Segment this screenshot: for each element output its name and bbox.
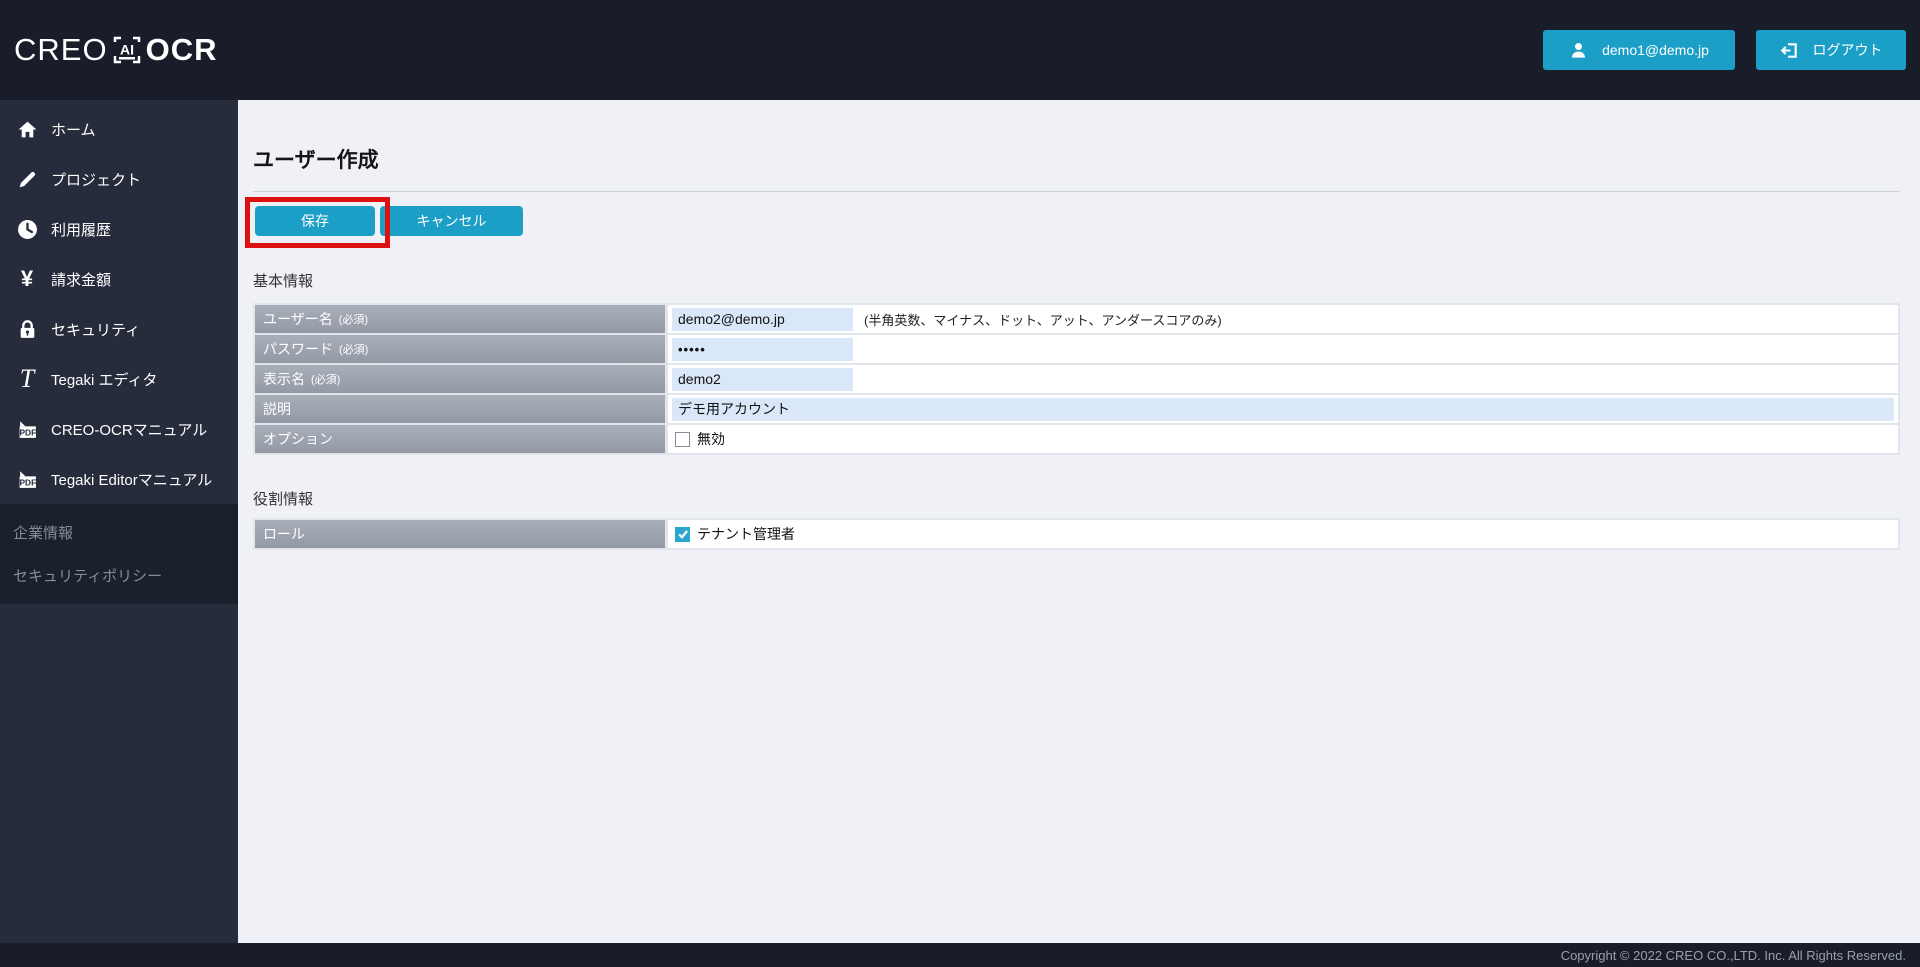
sidebar-item-label: セキュリティ: [51, 319, 140, 340]
sidebar-item-label: セキュリティポリシー: [13, 565, 162, 586]
required-badge: (必須): [339, 311, 368, 327]
options-value-cell: 無効: [668, 425, 1898, 453]
sidebar-secondary-section: 企業情報 セキュリティポリシー: [0, 504, 238, 604]
table-row-display-name: 表示名 (必須): [255, 365, 1898, 393]
sidebar-item-tegaki-editor[interactable]: T Tegaki エディタ: [0, 354, 238, 404]
description-label-cell: 説明: [255, 395, 665, 423]
username-input[interactable]: [672, 308, 853, 331]
svg-text:PDF: PDF: [19, 477, 36, 487]
save-button[interactable]: 保存: [255, 206, 375, 236]
home-icon: [16, 119, 38, 140]
app-logo: CREO AI OCR: [14, 32, 217, 68]
sidebar-item-label: 利用履歴: [51, 219, 111, 240]
display-name-label-cell: 表示名 (必須): [255, 365, 665, 393]
sidebar-item-security-policy[interactable]: セキュリティポリシー: [0, 554, 238, 597]
sidebar-item-creo-ocr-manual[interactable]: PDF CREO-OCRマニュアル: [0, 404, 238, 454]
footer: Copyright © 2022 CREO CO.,LTD. Inc. All …: [0, 943, 1920, 967]
tenant-admin-checkbox-label: テナント管理者: [697, 524, 795, 544]
password-input[interactable]: [672, 338, 853, 361]
sidebar-item-company-info[interactable]: 企業情報: [0, 511, 238, 554]
sidebar-item-label: CREO-OCRマニュアル: [51, 419, 207, 440]
sidebar-item-home[interactable]: ホーム: [0, 104, 238, 154]
role-info-table: ロール テナント管理者: [253, 518, 1900, 550]
clock-icon: [16, 219, 38, 240]
sidebar-item-tegaki-editor-manual[interactable]: PDF Tegaki Editorマニュアル: [0, 454, 238, 504]
ai-ocr-logo-icon: AI: [111, 34, 143, 66]
title-divider: [253, 191, 1900, 192]
username-value-cell: (半角英数、マイナス、ドット、アット、アンダースコアのみ): [668, 305, 1898, 333]
sidebar-item-usage-history[interactable]: 利用履歴: [0, 204, 238, 254]
sidebar: ホーム プロジェクト 利用履歴 ¥ 請求金額 セキュリティ: [0, 100, 238, 943]
lock-icon: [16, 319, 38, 340]
options-label-cell: オプション: [255, 425, 665, 453]
table-row-username: ユーザー名 (必須) (半角英数、マイナス、ドット、アット、アンダースコアのみ): [255, 305, 1898, 333]
display-name-value-cell: [668, 365, 1898, 393]
pdf-icon: PDF: [16, 469, 38, 490]
logout-icon: [1780, 41, 1799, 60]
table-row-options: オプション 無効: [255, 425, 1898, 453]
user-account-button[interactable]: demo1@demo.jp: [1543, 30, 1735, 70]
logo-text-ocr: OCR: [146, 32, 218, 68]
section-heading-basic-info: 基本情報: [253, 270, 313, 291]
table-row-description: 説明: [255, 395, 1898, 423]
disabled-checkbox-label: 無効: [697, 429, 725, 449]
username-hint: (半角英数、マイナス、ドット、アット、アンダースコアのみ): [864, 310, 1222, 329]
topbar: CREO AI OCR demo1@demo.jp: [0, 0, 1920, 100]
copyright-text: Copyright © 2022 CREO CO.,LTD. Inc. All …: [1561, 948, 1906, 963]
sidebar-item-label: Tegaki Editorマニュアル: [51, 469, 212, 490]
tegaki-icon: T: [16, 366, 38, 392]
sidebar-item-security[interactable]: セキュリティ: [0, 304, 238, 354]
sidebar-item-label: Tegaki エディタ: [51, 369, 157, 390]
description-input[interactable]: [672, 398, 1894, 421]
checkmark-icon: [677, 528, 689, 540]
cancel-button[interactable]: キャンセル: [380, 206, 523, 236]
password-value-cell: [668, 335, 1898, 363]
required-badge: (必須): [311, 371, 340, 387]
sidebar-item-label: ホーム: [51, 119, 96, 140]
sidebar-item-billing[interactable]: ¥ 請求金額: [0, 254, 238, 304]
pencil-icon: [16, 169, 38, 190]
svg-text:PDF: PDF: [19, 427, 36, 437]
logo-text-creo: CREO: [14, 32, 108, 68]
yen-icon: ¥: [16, 268, 38, 290]
topbar-actions: demo1@demo.jp ログアウト: [1543, 30, 1906, 70]
role-value-cell: テナント管理者: [668, 520, 1898, 548]
logout-label: ログアウト: [1813, 40, 1883, 60]
svg-text:AI: AI: [120, 42, 134, 58]
sidebar-item-project[interactable]: プロジェクト: [0, 154, 238, 204]
tenant-admin-checkbox[interactable]: [675, 527, 690, 542]
password-label-cell: パスワード (必須): [255, 335, 665, 363]
main-content: ユーザー作成 保存 キャンセル 基本情報 ユーザー名 (必須) (半角英数、マイ…: [238, 100, 1920, 943]
section-heading-role-info: 役割情報: [253, 488, 313, 509]
table-row-password: パスワード (必須): [255, 335, 1898, 363]
pdf-icon: PDF: [16, 419, 38, 440]
logout-button[interactable]: ログアウト: [1756, 30, 1906, 70]
user-icon: [1569, 41, 1588, 60]
display-name-input[interactable]: [672, 368, 853, 391]
table-row-role: ロール テナント管理者: [255, 520, 1898, 548]
required-badge: (必須): [339, 341, 368, 357]
page-title: ユーザー作成: [253, 144, 379, 174]
description-value-cell: [668, 395, 1898, 423]
sidebar-item-label: 企業情報: [13, 522, 73, 543]
sidebar-item-label: 請求金額: [51, 269, 111, 290]
basic-info-table: ユーザー名 (必須) (半角英数、マイナス、ドット、アット、アンダースコアのみ)…: [253, 303, 1900, 455]
disabled-checkbox[interactable]: [675, 432, 690, 447]
user-account-label: demo1@demo.jp: [1602, 42, 1709, 58]
username-label-cell: ユーザー名 (必須): [255, 305, 665, 333]
role-label-cell: ロール: [255, 520, 665, 548]
sidebar-item-label: プロジェクト: [51, 169, 141, 190]
